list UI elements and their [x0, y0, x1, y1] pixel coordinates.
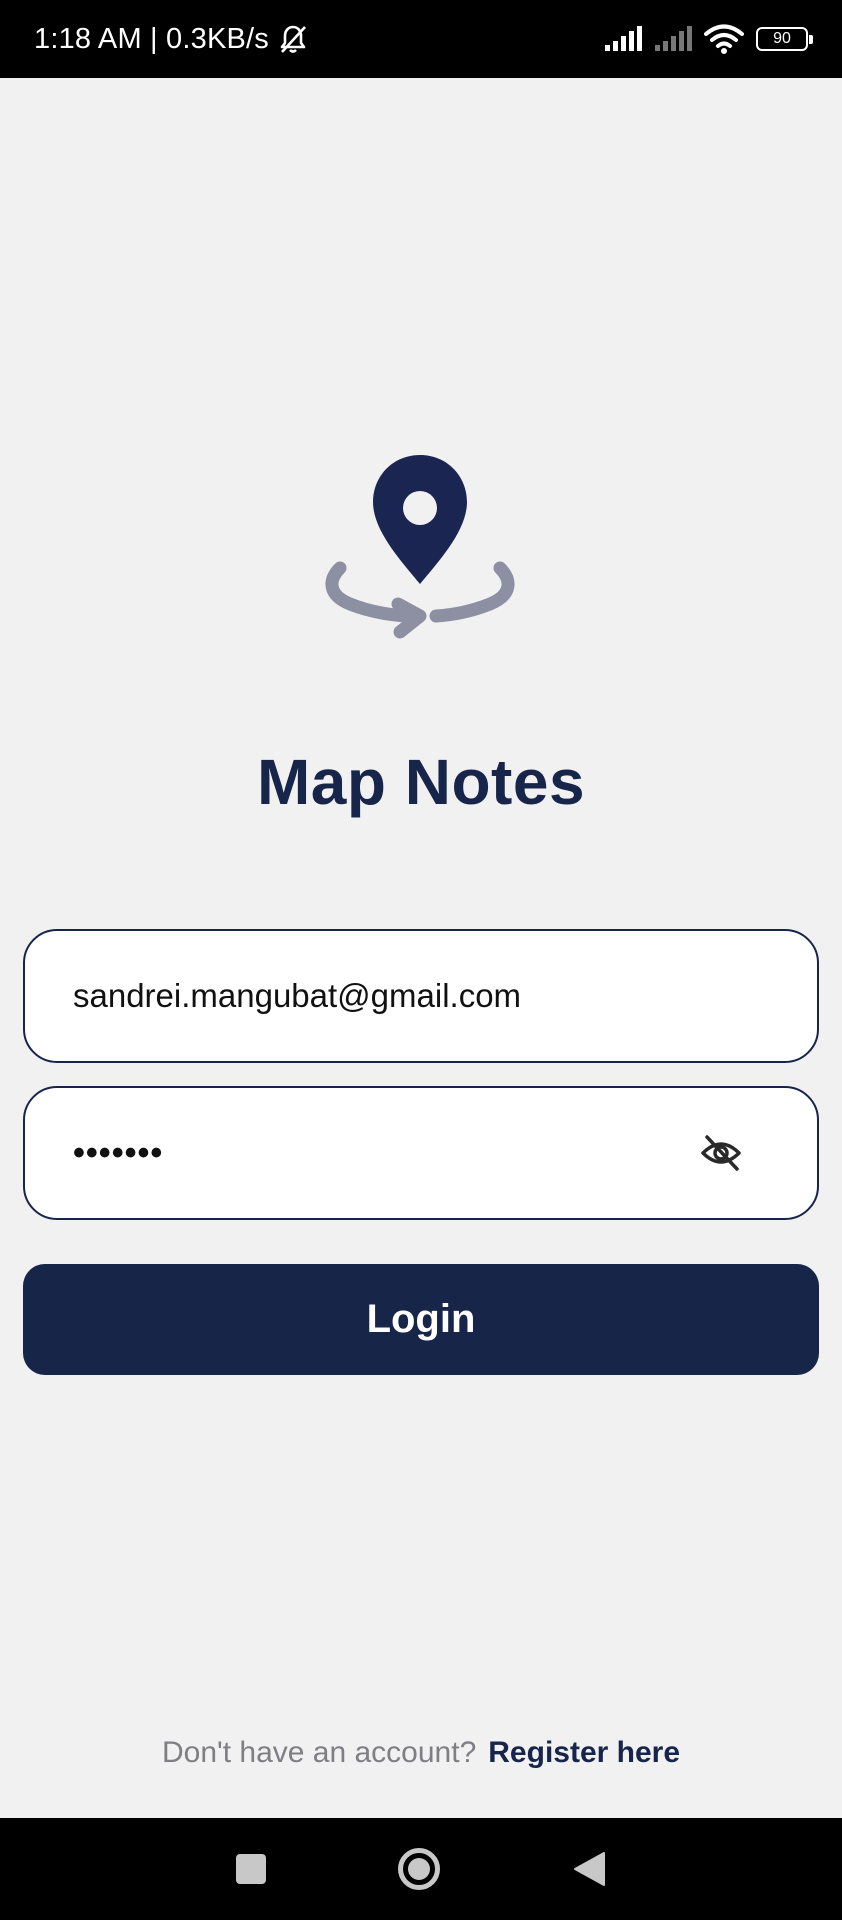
home-icon-dot [408, 1858, 430, 1880]
battery-icon: 90 [756, 27, 813, 51]
battery-level: 90 [773, 30, 791, 47]
home-icon[interactable] [398, 1848, 440, 1890]
back-icon[interactable] [572, 1851, 606, 1887]
register-link[interactable]: Register here [488, 1736, 680, 1770]
app-title: Map Notes [256, 746, 586, 818]
eye-slash-icon[interactable] [699, 1133, 743, 1173]
wifi-icon [704, 24, 744, 54]
login-button[interactable]: Login [23, 1264, 819, 1375]
password-field[interactable]: ••••••• [23, 1086, 819, 1220]
status-bar: 1:18 AM | 0.3KB/s 90 [0, 0, 842, 78]
status-left: 1:18 AM | 0.3KB/s [34, 23, 307, 56]
login-button-label: Login [366, 1297, 476, 1341]
email-field[interactable]: sandrei.mangubat@gmail.com [23, 929, 819, 1063]
register-row: Don't have an account? Register here [0, 1736, 842, 1770]
email-value[interactable]: sandrei.mangubat@gmail.com [73, 977, 769, 1015]
signal-secondary-icon [655, 26, 692, 51]
bell-off-icon [280, 25, 306, 53]
navigation-bar [0, 1818, 842, 1920]
status-time-speed: 1:18 AM | 0.3KB/s [34, 22, 270, 55]
location-pin-rotate-icon [325, 455, 515, 639]
signal-icon [605, 26, 642, 51]
recent-apps-icon[interactable] [236, 1854, 266, 1884]
register-prompt: Don't have an account? [161, 1736, 477, 1769]
password-value[interactable]: ••••••• [73, 1134, 699, 1173]
status-right: 90 [604, 24, 813, 54]
